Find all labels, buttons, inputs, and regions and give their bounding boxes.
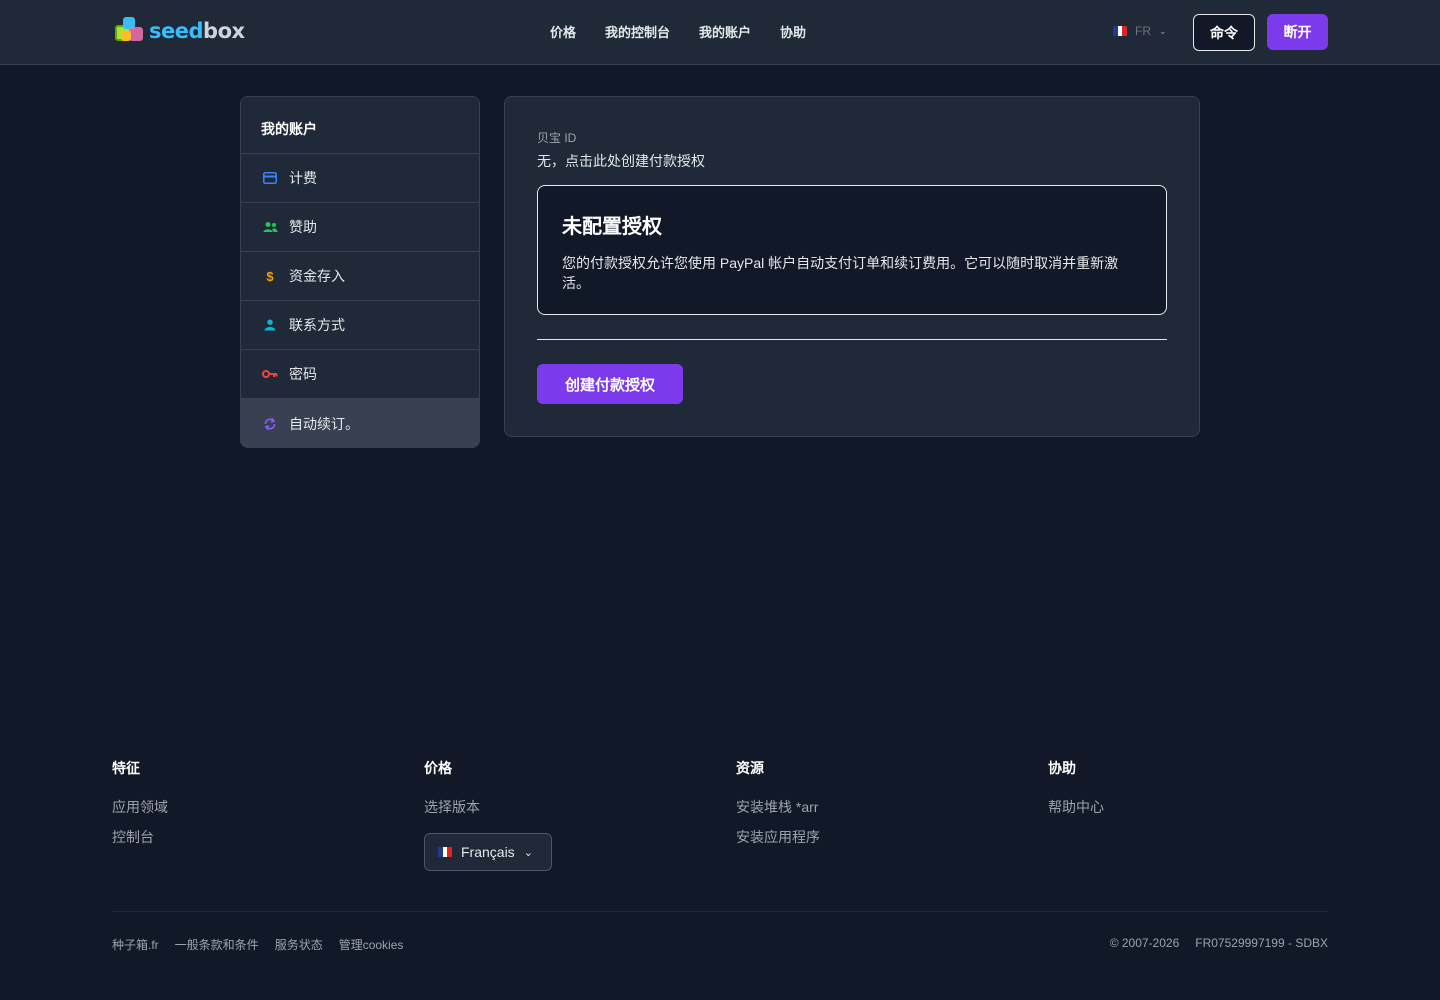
sidebar-item-auto-renewal[interactable]: 自动续订。: [241, 399, 479, 447]
footer-heading: 特征: [112, 760, 140, 776]
sidebar-title: 我的账户: [241, 97, 479, 154]
footer-heading: 价格: [424, 760, 452, 776]
flag-fr-icon: [1113, 26, 1127, 36]
main-nav: 价格 我的控制台 我的账户 协助: [550, 22, 806, 41]
footer-link-site[interactable]: 种子箱.fr: [112, 936, 159, 953]
credit-card-icon: [261, 172, 279, 184]
logo-mark-icon: [113, 15, 149, 47]
nav-account[interactable]: 我的账户: [699, 22, 751, 41]
footer-link-choose-plan[interactable]: 选择版本: [424, 797, 480, 817]
sidebar-item-label: 自动续订。: [289, 415, 359, 432]
authorization-notice: 未配置授权 您的付款授权允许您使用 PayPal 帐户自动支付订单和续订费用。它…: [537, 185, 1167, 315]
nav-dashboard[interactable]: 我的控制台: [605, 22, 670, 41]
chevron-down-icon: ⌄: [1159, 25, 1167, 36]
dollar-icon: $: [266, 268, 274, 284]
company-id-text: FR07529997199 - SDBX: [1195, 936, 1328, 950]
sidebar-item-label: 赞助: [289, 219, 317, 235]
footer-column-features: 特征 应用领域 控制台: [112, 758, 168, 857]
copyright-text: © 2007-2026: [1109, 936, 1180, 950]
flag-fr-icon: [438, 847, 452, 857]
footer-link-use-cases[interactable]: 应用领域: [112, 797, 168, 817]
footer-link-terms[interactable]: 一般条款和条件: [175, 936, 259, 953]
footer-link-status[interactable]: 服务状态: [275, 936, 323, 953]
account-sidebar: 我的账户 计费 赞助 $ 资金存入 联系方式 密码 自动续订。: [240, 96, 480, 448]
sidebar-item-password[interactable]: 密码: [241, 350, 479, 399]
orders-button[interactable]: 命令: [1193, 14, 1255, 51]
language-switcher[interactable]: FR ⌄: [1113, 24, 1167, 38]
logout-button[interactable]: 断开: [1267, 14, 1328, 50]
footer-link-dashboard[interactable]: 控制台: [112, 827, 168, 847]
footer-column-help: 协助 帮助中心: [1048, 758, 1104, 827]
key-icon: [261, 369, 279, 379]
sidebar-item-contact[interactable]: 联系方式: [241, 301, 479, 350]
auto-renewal-card: 贝宝 ID 无，点击此处创建付款授权 未配置授权 您的付款授权允许您使用 Pay…: [504, 96, 1200, 437]
sidebar-item-billing[interactable]: 计费: [241, 154, 479, 203]
footer-column-resources: 资源 安装堆栈 *arr 安装应用程序: [736, 758, 820, 857]
nav-help[interactable]: 协助: [780, 22, 806, 41]
language-code: FR: [1135, 24, 1151, 38]
paypal-id-label: 贝宝 ID: [537, 131, 577, 145]
language-select[interactable]: Français ⌄: [424, 833, 552, 871]
footer-link-help-center[interactable]: 帮助中心: [1048, 797, 1104, 817]
chevron-down-icon: ⌄: [523, 846, 533, 859]
footer-link-arr-stack[interactable]: 安装堆栈 *arr: [736, 797, 820, 817]
footer-meta: © 2007-2026 FR07529997199 - SDBX: [1110, 936, 1328, 950]
sidebar-item-label: 计费: [289, 170, 317, 186]
notice-text: 您的付款授权允许您使用 PayPal 帐户自动支付订单和续订费用。它可以随时取消…: [562, 255, 1119, 291]
top-navbar: seedbox 价格 我的控制台 我的账户 协助 FR ⌄ 命令 断开: [0, 0, 1440, 65]
footer-heading: 资源: [736, 760, 764, 776]
logo-text: seedbox: [149, 19, 245, 43]
paypal-id-link[interactable]: 无，点击此处创建付款授权: [537, 151, 705, 171]
footer-link-cookies[interactable]: 管理cookies: [339, 936, 404, 953]
language-select-value: Français: [461, 844, 515, 860]
footer-link-install-apps[interactable]: 安装应用程序: [736, 827, 820, 847]
sidebar-item-label: 密码: [289, 366, 317, 382]
refresh-icon: [261, 417, 279, 431]
sidebar-item-label: 联系方式: [289, 317, 345, 333]
sidebar-item-label: 资金存入: [289, 268, 345, 284]
seedbox-logo[interactable]: seedbox: [113, 14, 245, 48]
divider: [537, 339, 1167, 340]
create-authorization-button[interactable]: 创建付款授权: [537, 364, 683, 404]
user-icon: [261, 319, 279, 331]
sidebar-item-deposit[interactable]: $ 资金存入: [241, 252, 479, 301]
nav-pricing[interactable]: 价格: [550, 22, 576, 41]
footer-legal-links: 种子箱.fr 一般条款和条件 服务状态 管理cookies: [112, 936, 403, 953]
users-icon: [261, 221, 279, 233]
notice-title: 未配置授权: [562, 216, 662, 238]
footer-column-pricing: 价格 选择版本: [424, 758, 480, 827]
footer-divider: [112, 911, 1328, 912]
footer-heading: 协助: [1048, 760, 1076, 776]
sidebar-item-sponsorship[interactable]: 赞助: [241, 203, 479, 252]
